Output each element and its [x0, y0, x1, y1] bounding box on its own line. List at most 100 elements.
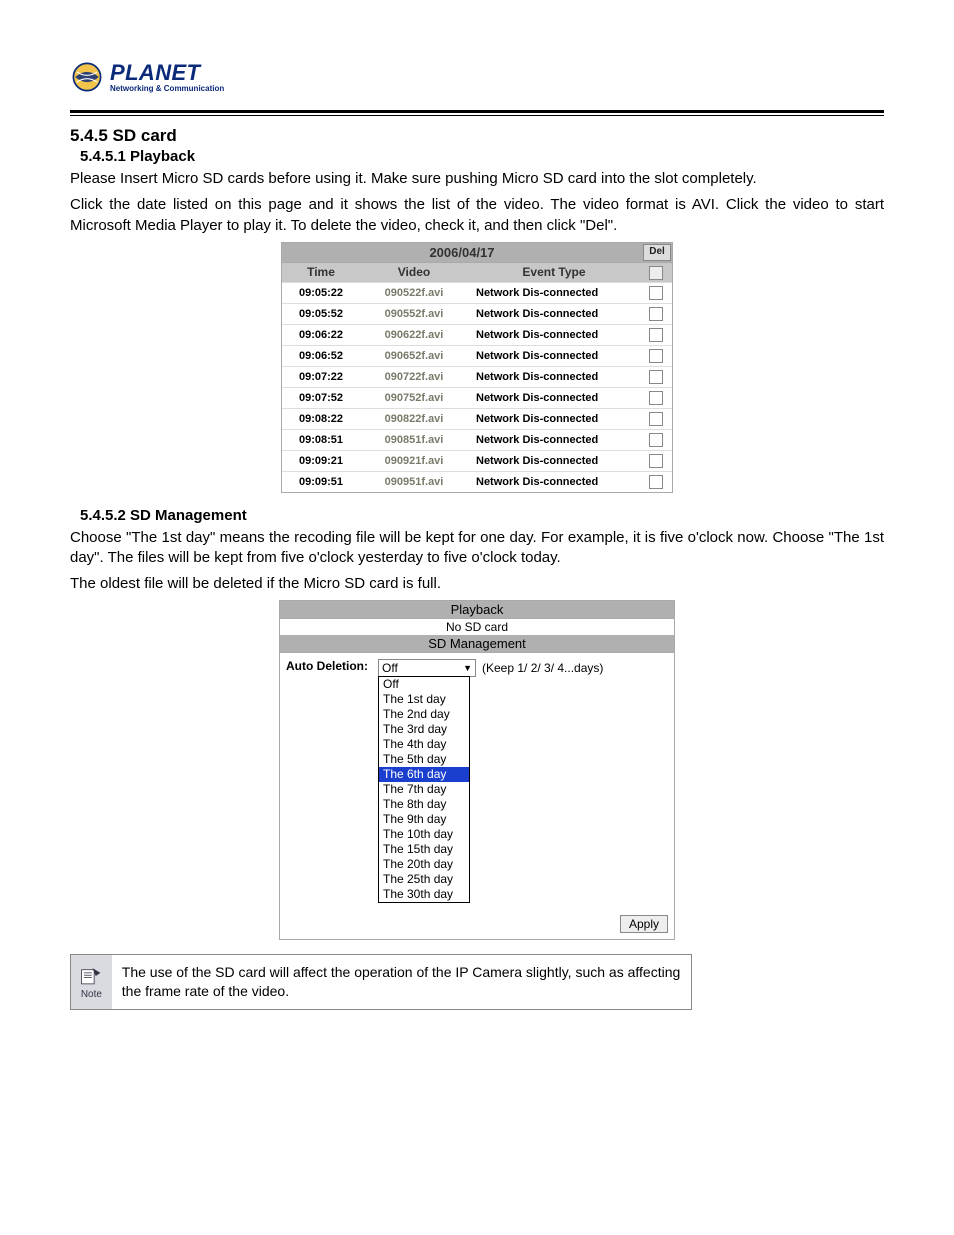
- cell-checkbox: [640, 451, 672, 471]
- paragraph: Choose "The 1st day" means the recoding …: [70, 528, 884, 569]
- panel-title-sd-management[interactable]: SD Management: [280, 635, 674, 653]
- playback-table: 2006/04/17 Del Time Video Event Type 09:…: [281, 242, 673, 493]
- select-option[interactable]: Off: [379, 677, 469, 692]
- cell-checkbox: [640, 388, 672, 408]
- select-option[interactable]: The 7th day: [379, 782, 469, 797]
- select-option[interactable]: The 8th day: [379, 797, 469, 812]
- cell-checkbox: [640, 346, 672, 366]
- cell-time: 09:08:51: [282, 431, 360, 449]
- cell-video-link[interactable]: 090722f.avi: [360, 368, 468, 386]
- divider: [70, 115, 884, 116]
- cell-time: 09:09:51: [282, 473, 360, 491]
- cell-time: 09:06:22: [282, 326, 360, 344]
- cell-event: Network Dis-connected: [468, 347, 640, 365]
- cell-checkbox: [640, 283, 672, 303]
- cell-event: Network Dis-connected: [468, 305, 640, 323]
- select-option[interactable]: The 9th day: [379, 812, 469, 827]
- cell-event: Network Dis-connected: [468, 284, 640, 302]
- cell-video-link[interactable]: 090652f.avi: [360, 347, 468, 365]
- select-option[interactable]: The 4th day: [379, 737, 469, 752]
- cell-checkbox: [640, 409, 672, 429]
- cell-video-link[interactable]: 090752f.avi: [360, 389, 468, 407]
- panel-title-playback[interactable]: Playback: [280, 601, 674, 619]
- brand-logo: PLANET Networking & Communication: [70, 60, 884, 94]
- del-button[interactable]: Del: [643, 244, 671, 261]
- auto-deletion-hint: (Keep 1/ 2/ 3/ 4...days): [482, 661, 603, 675]
- col-header-event: Event Type: [468, 263, 640, 282]
- playback-date: 2006/04/17: [282, 243, 642, 262]
- select-option[interactable]: The 25th day: [379, 872, 469, 887]
- cell-video-link[interactable]: 090522f.avi: [360, 284, 468, 302]
- cell-time: 09:07:22: [282, 368, 360, 386]
- cell-video-link[interactable]: 090921f.avi: [360, 452, 468, 470]
- row-checkbox[interactable]: [649, 307, 663, 321]
- cell-event: Network Dis-connected: [468, 410, 640, 428]
- paragraph: Please Insert Micro SD cards before usin…: [70, 169, 884, 189]
- heading-sd-management: 5.4.5.2 SD Management: [80, 507, 884, 524]
- row-checkbox[interactable]: [649, 475, 663, 489]
- cell-event: Network Dis-connected: [468, 389, 640, 407]
- cell-video-link[interactable]: 090851f.avi: [360, 431, 468, 449]
- select-option[interactable]: The 3rd day: [379, 722, 469, 737]
- cell-checkbox: [640, 304, 672, 324]
- row-checkbox[interactable]: [649, 454, 663, 468]
- auto-deletion-options[interactable]: OffThe 1st dayThe 2nd dayThe 3rd dayThe …: [378, 676, 470, 903]
- table-row: 09:06:22090622f.aviNetwork Dis-connected: [282, 324, 672, 345]
- heading-sd-card: 5.4.5 SD card: [70, 126, 884, 146]
- select-option[interactable]: The 30th day: [379, 887, 469, 902]
- table-row: 09:08:22090822f.aviNetwork Dis-connected: [282, 408, 672, 429]
- cell-checkbox: [640, 430, 672, 450]
- cell-checkbox: [640, 325, 672, 345]
- table-row: 09:05:22090522f.aviNetwork Dis-connected: [282, 282, 672, 303]
- note-box: Note The use of the SD card will affect …: [70, 954, 692, 1010]
- col-header-time: Time: [282, 263, 360, 282]
- table-row: 09:08:51090851f.aviNetwork Dis-connected: [282, 429, 672, 450]
- table-row: 09:07:52090752f.aviNetwork Dis-connected: [282, 387, 672, 408]
- cell-video-link[interactable]: 090951f.avi: [360, 473, 468, 491]
- cell-event: Network Dis-connected: [468, 326, 640, 344]
- brand-tagline: Networking & Communication: [110, 84, 224, 93]
- no-sd-text: No SD card: [280, 619, 674, 635]
- table-row: 09:09:51090951f.aviNetwork Dis-connected: [282, 471, 672, 492]
- select-option[interactable]: The 6th day: [379, 767, 469, 782]
- cell-video-link[interactable]: 090822f.avi: [360, 410, 468, 428]
- select-option[interactable]: The 5th day: [379, 752, 469, 767]
- table-row: 09:07:22090722f.aviNetwork Dis-connected: [282, 366, 672, 387]
- cell-checkbox: [640, 367, 672, 387]
- sd-management-panel: Playback No SD card SD Management Auto D…: [279, 600, 675, 940]
- cell-event: Network Dis-connected: [468, 368, 640, 386]
- row-checkbox[interactable]: [649, 328, 663, 342]
- cell-time: 09:05:52: [282, 305, 360, 323]
- row-checkbox[interactable]: [649, 412, 663, 426]
- row-checkbox[interactable]: [649, 433, 663, 447]
- note-text: The use of the SD card will affect the o…: [112, 955, 691, 1009]
- select-option[interactable]: The 1st day: [379, 692, 469, 707]
- cell-time: 09:09:21: [282, 452, 360, 470]
- cell-time: 09:07:52: [282, 389, 360, 407]
- select-value: Off: [382, 661, 398, 675]
- cell-time: 09:05:22: [282, 284, 360, 302]
- auto-deletion-select[interactable]: Off ▼: [378, 659, 476, 677]
- row-checkbox[interactable]: [649, 286, 663, 300]
- auto-deletion-label: Auto Deletion:: [286, 659, 368, 673]
- paragraph: Click the date listed on this page and i…: [70, 195, 884, 236]
- divider: [70, 110, 884, 113]
- cell-event: Network Dis-connected: [468, 473, 640, 491]
- note-label: Note: [81, 989, 102, 1000]
- row-checkbox[interactable]: [649, 349, 663, 363]
- paragraph: The oldest file will be deleted if the M…: [70, 574, 884, 594]
- select-option[interactable]: The 2nd day: [379, 707, 469, 722]
- cell-video-link[interactable]: 090622f.avi: [360, 326, 468, 344]
- row-checkbox[interactable]: [649, 370, 663, 384]
- select-all-checkbox[interactable]: [649, 266, 663, 280]
- cell-video-link[interactable]: 090552f.avi: [360, 305, 468, 323]
- chevron-down-icon: ▼: [463, 664, 472, 673]
- row-checkbox[interactable]: [649, 391, 663, 405]
- apply-button[interactable]: Apply: [620, 915, 668, 933]
- select-option[interactable]: The 10th day: [379, 827, 469, 842]
- select-option[interactable]: The 15th day: [379, 842, 469, 857]
- cell-time: 09:06:52: [282, 347, 360, 365]
- table-row: 09:05:52090552f.aviNetwork Dis-connected: [282, 303, 672, 324]
- cell-event: Network Dis-connected: [468, 452, 640, 470]
- select-option[interactable]: The 20th day: [379, 857, 469, 872]
